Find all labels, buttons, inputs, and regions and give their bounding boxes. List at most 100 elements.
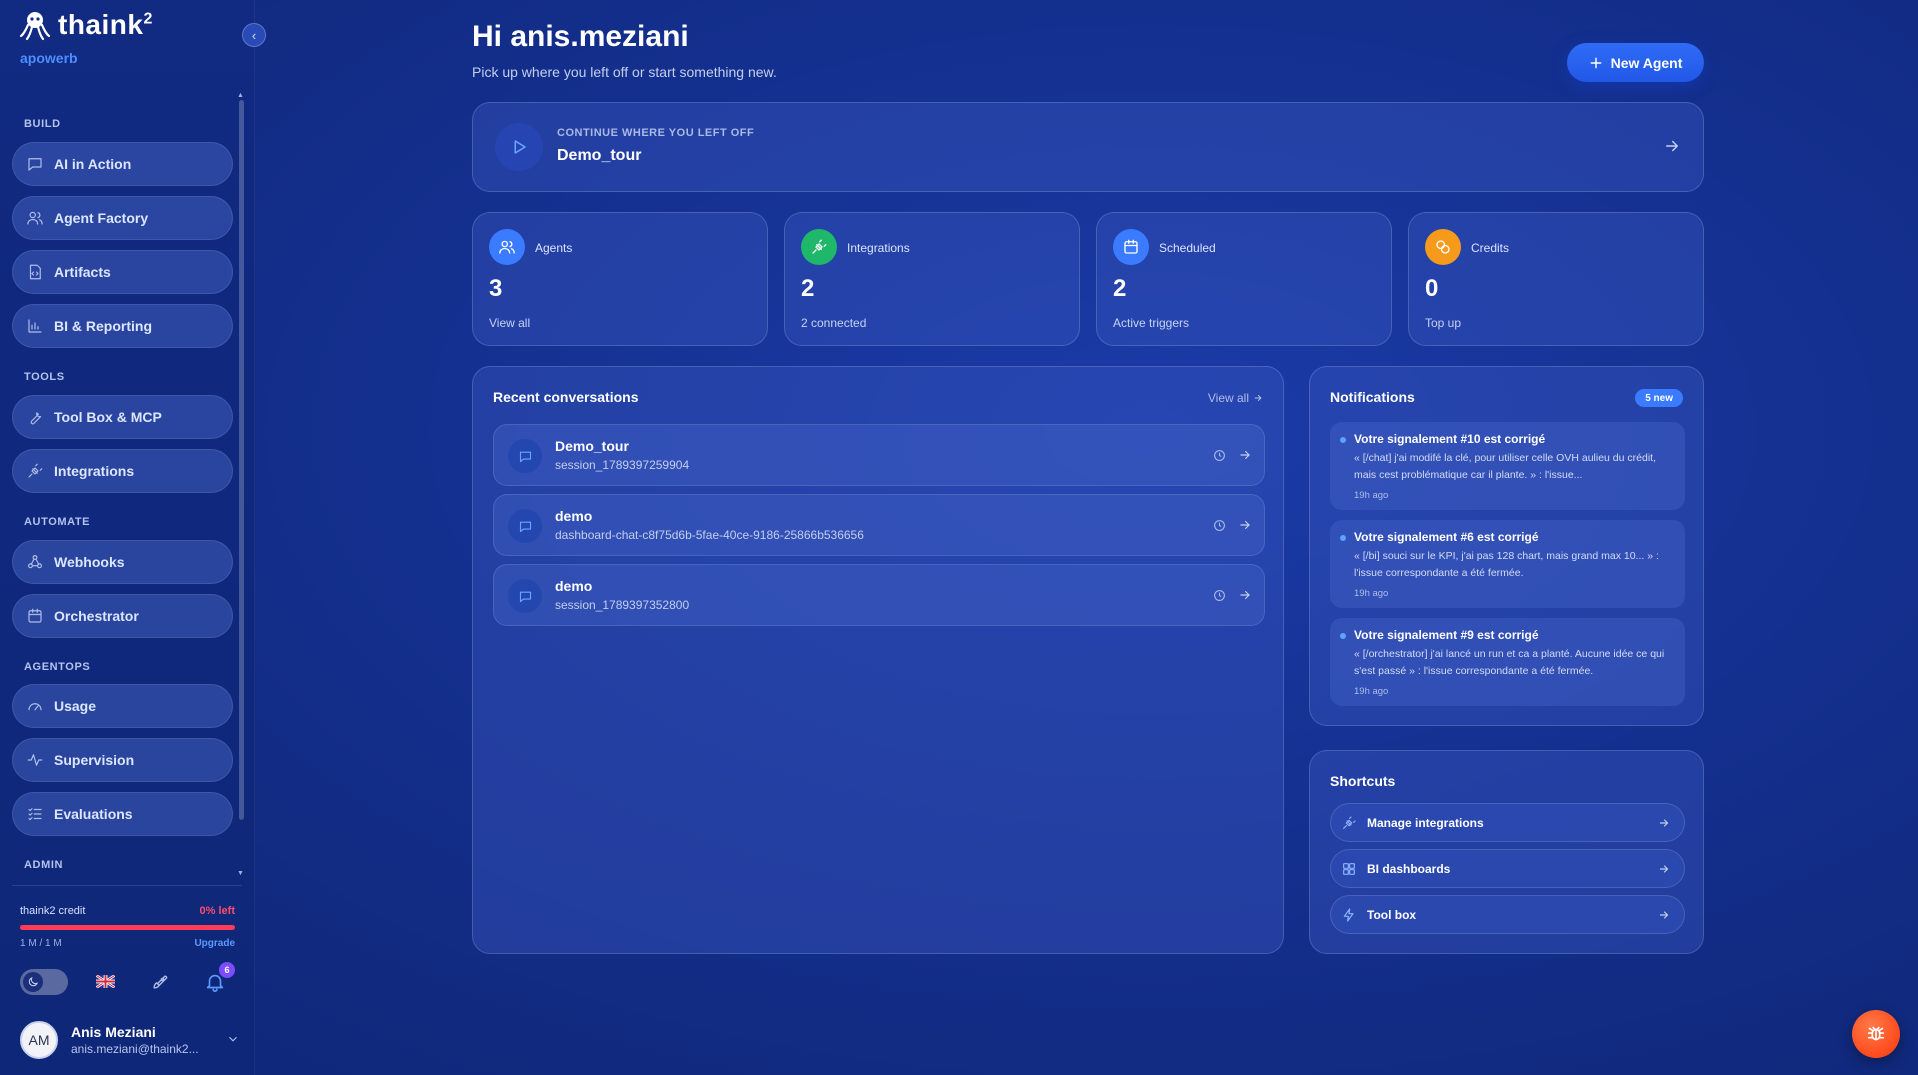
stat-sub-link[interactable]: Top up <box>1425 316 1461 330</box>
conversation-title: demo <box>555 508 593 524</box>
notifications-panel: Notifications 5 new Votre signalement #1… <box>1309 366 1704 726</box>
file-code-icon <box>29 264 41 280</box>
section-label-tools: TOOLS <box>24 371 65 383</box>
sidebar-item-usage[interactable]: Usage <box>12 684 233 728</box>
stat-value: 2 <box>801 275 815 302</box>
stat-card-integrations[interactable]: Integrations 2 2 connected <box>784 212 1080 346</box>
stat-value: 2 <box>1113 275 1127 302</box>
section-label-automate: AUTOMATE <box>24 516 91 528</box>
scroll-up-arrow-icon[interactable]: ▲ <box>237 92 244 99</box>
section-label-agentops: AGENTOPS <box>24 661 91 673</box>
octopus-logo-icon <box>19 12 51 41</box>
plug-icon <box>801 229 837 265</box>
user-email: anis.meziani@thaink2... <box>71 1042 199 1056</box>
shortcut-tool-box[interactable]: Tool box <box>1330 895 1685 934</box>
credit-percent-left: 0% left <box>199 905 235 917</box>
uk-flag-icon[interactable] <box>96 975 115 988</box>
conversation-row[interactable]: demo session_1789397352800 <box>493 564 1265 626</box>
notification-item[interactable]: Votre signalement #6 est corrigé « [/bi]… <box>1330 520 1685 608</box>
sidebar-item-orchestrator[interactable]: Orchestrator <box>12 594 233 638</box>
arrow-right-icon <box>1254 395 1262 401</box>
stat-card-credits[interactable]: Credits 0 Top up <box>1408 212 1704 346</box>
notification-count-badge: 6 <box>219 962 235 978</box>
sidebar-item-label: Integrations <box>54 463 135 479</box>
users-icon <box>27 211 43 225</box>
sidebar-item-label: Evaluations <box>54 806 133 822</box>
sidebar-item-tool-box-mcp[interactable]: Tool Box & MCP <box>12 395 233 439</box>
plug-icon <box>28 463 43 478</box>
stat-sub: 2 connected <box>801 316 867 330</box>
sidebar-item-evaluations[interactable]: Evaluations <box>12 792 233 836</box>
arrow-right-icon <box>1240 590 1250 600</box>
user-menu[interactable]: AM Anis Meziani anis.meziani@thaink2... <box>20 1020 240 1060</box>
stat-label: Integrations <box>847 241 910 255</box>
stat-value: 3 <box>489 275 503 302</box>
brand-logo[interactable]: thaink2 <box>18 8 153 42</box>
bolt-icon <box>1343 907 1354 922</box>
sidebar-item-label: Orchestrator <box>54 608 139 624</box>
unread-dot-icon <box>1340 535 1346 541</box>
view-all-link[interactable]: View all <box>1208 391 1263 405</box>
collapse-sidebar-button[interactable]: ‹ <box>242 23 266 47</box>
page-subtitle: Pick up where you left off or start some… <box>472 64 777 80</box>
shortcut-manage-integrations[interactable]: Manage integrations <box>1330 803 1685 842</box>
sidebar-item-agent-factory[interactable]: Agent Factory <box>12 196 233 240</box>
notification-item[interactable]: Votre signalement #10 est corrigé « [/ch… <box>1330 422 1685 510</box>
arrow-right-icon <box>1240 450 1250 460</box>
sidebar-item-label: AI in Action <box>54 156 132 172</box>
continue-card[interactable]: CONTINUE WHERE YOU LEFT OFF Demo_tour <box>472 102 1704 192</box>
sidebar-item-label: Agent Factory <box>54 210 149 226</box>
notification-body: « [/orchestrator] j'ai lancé un run et c… <box>1354 648 1665 677</box>
plus-icon <box>1590 57 1601 68</box>
arrow-right-icon <box>1659 911 1669 919</box>
gauge-icon <box>28 703 42 711</box>
avatar: AM <box>20 1021 58 1059</box>
stat-card-agents[interactable]: Agents 3 View all <box>472 212 768 346</box>
notification-title: Votre signalement #9 est corrigé <box>1354 628 1539 642</box>
calendar-icon <box>1113 229 1149 265</box>
scroll-down-arrow-icon[interactable]: ▼ <box>237 870 244 877</box>
sidebar-item-webhooks[interactable]: Webhooks <box>12 540 233 584</box>
upgrade-link[interactable]: Upgrade <box>194 938 235 949</box>
stat-sub: Active triggers <box>1113 316 1190 330</box>
bug-icon <box>1867 1026 1885 1041</box>
chat-icon <box>28 158 42 171</box>
sidebar: thaink2 apowerb ‹ ▲ ▼ BUILD TOOLS AUTOMA… <box>0 0 266 1075</box>
conversation-session: dashboard-chat-c8f75d6b-5fae-40ce-9186-2… <box>555 528 864 542</box>
brand-name: thaink2 <box>58 9 153 40</box>
conversation-title: Demo_tour <box>555 438 629 454</box>
conversation-row[interactable]: demo dashboard-chat-c8f75d6b-5fae-40ce-9… <box>493 494 1265 556</box>
stat-card-scheduled[interactable]: Scheduled 2 Active triggers <box>1096 212 1392 346</box>
notification-body: « [/bi] souci sur le KPI, j'ai pas 128 c… <box>1354 550 1659 579</box>
shortcut-label: Tool box <box>1367 907 1417 922</box>
sidebar-utility-row: 6 <box>20 962 235 996</box>
sidebar-item-ai-in-action[interactable]: AI in Action <box>12 142 233 186</box>
arrow-right-icon <box>1240 520 1250 530</box>
sidebar-item-artifacts[interactable]: Artifacts <box>12 250 233 294</box>
view-all-label: View all <box>1207 391 1249 405</box>
unread-dot-icon <box>1340 633 1346 639</box>
notification-item[interactable]: Votre signalement #9 est corrigé « [/orc… <box>1330 618 1685 706</box>
pulse-icon <box>27 754 43 766</box>
sidebar-item-bi-reporting[interactable]: BI & Reporting <box>12 304 233 348</box>
bug-report-button[interactable] <box>1852 1010 1900 1058</box>
notification-body: « [/chat] j'ai modifé la clé, pour utili… <box>1354 452 1656 481</box>
sidebar-scrollbar[interactable] <box>239 100 244 820</box>
sidebar-item-label: Artifacts <box>54 264 111 280</box>
plug-icon <box>1343 815 1356 829</box>
sidebar-divider <box>12 885 242 886</box>
new-agent-button[interactable]: New Agent <box>1567 43 1704 82</box>
conversation-row[interactable]: Demo_tour session_1789397259904 <box>493 424 1265 486</box>
panel-title: Notifications <box>1330 389 1415 405</box>
panel-title: Recent conversations <box>493 389 639 405</box>
shortcut-bi-dashboards[interactable]: BI dashboards <box>1330 849 1685 888</box>
bar-chart-icon <box>28 319 42 333</box>
stat-sub-link[interactable]: View all <box>489 316 530 330</box>
rocket-icon[interactable] <box>150 972 170 992</box>
sidebar-item-supervision[interactable]: Supervision <box>12 738 233 782</box>
sidebar-item-integrations[interactable]: Integrations <box>12 449 233 493</box>
recent-conversations-panel: Recent conversations View all Demo_tour … <box>472 366 1284 954</box>
theme-toggle[interactable] <box>20 969 68 995</box>
section-label-admin: ADMIN <box>24 859 64 871</box>
new-count-badge: 5 new <box>1635 389 1683 407</box>
